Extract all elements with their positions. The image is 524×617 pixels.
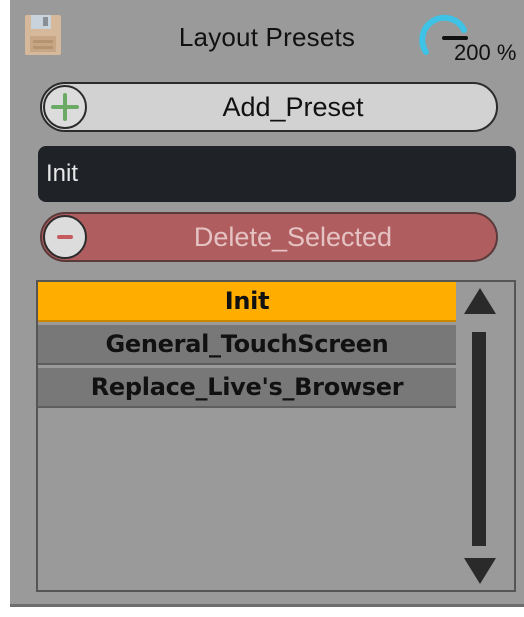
preset-name-input[interactable] [38,146,516,202]
add-preset-label: Add_Preset [222,91,364,122]
list-item[interactable]: Replace_Live's_Browser [38,368,456,408]
layout-presets-panel: Layout Presets 200 % Add_Preset Delete_S… [10,0,524,607]
list-item[interactable]: General_TouchScreen [38,325,456,365]
zoom-label: 200 % [454,40,517,65]
header: Layout Presets 200 % [10,0,524,80]
preset-list: Init General_TouchScreen Replace_Live's_… [36,280,516,592]
list-item[interactable]: Init [38,282,456,322]
add-preset-button[interactable]: Add_Preset [40,82,498,132]
plus-icon [43,85,87,129]
minus-icon [43,215,87,259]
delete-selected-label: Delete_Selected [193,221,393,252]
scrollbar-track[interactable] [472,332,486,546]
preset-list-items: Init General_TouchScreen Replace_Live's_… [38,282,456,411]
delete-selected-button[interactable]: Delete_Selected [40,212,498,262]
scroll-up-arrow-icon[interactable] [464,288,496,314]
scroll-down-arrow-icon[interactable] [464,558,496,584]
